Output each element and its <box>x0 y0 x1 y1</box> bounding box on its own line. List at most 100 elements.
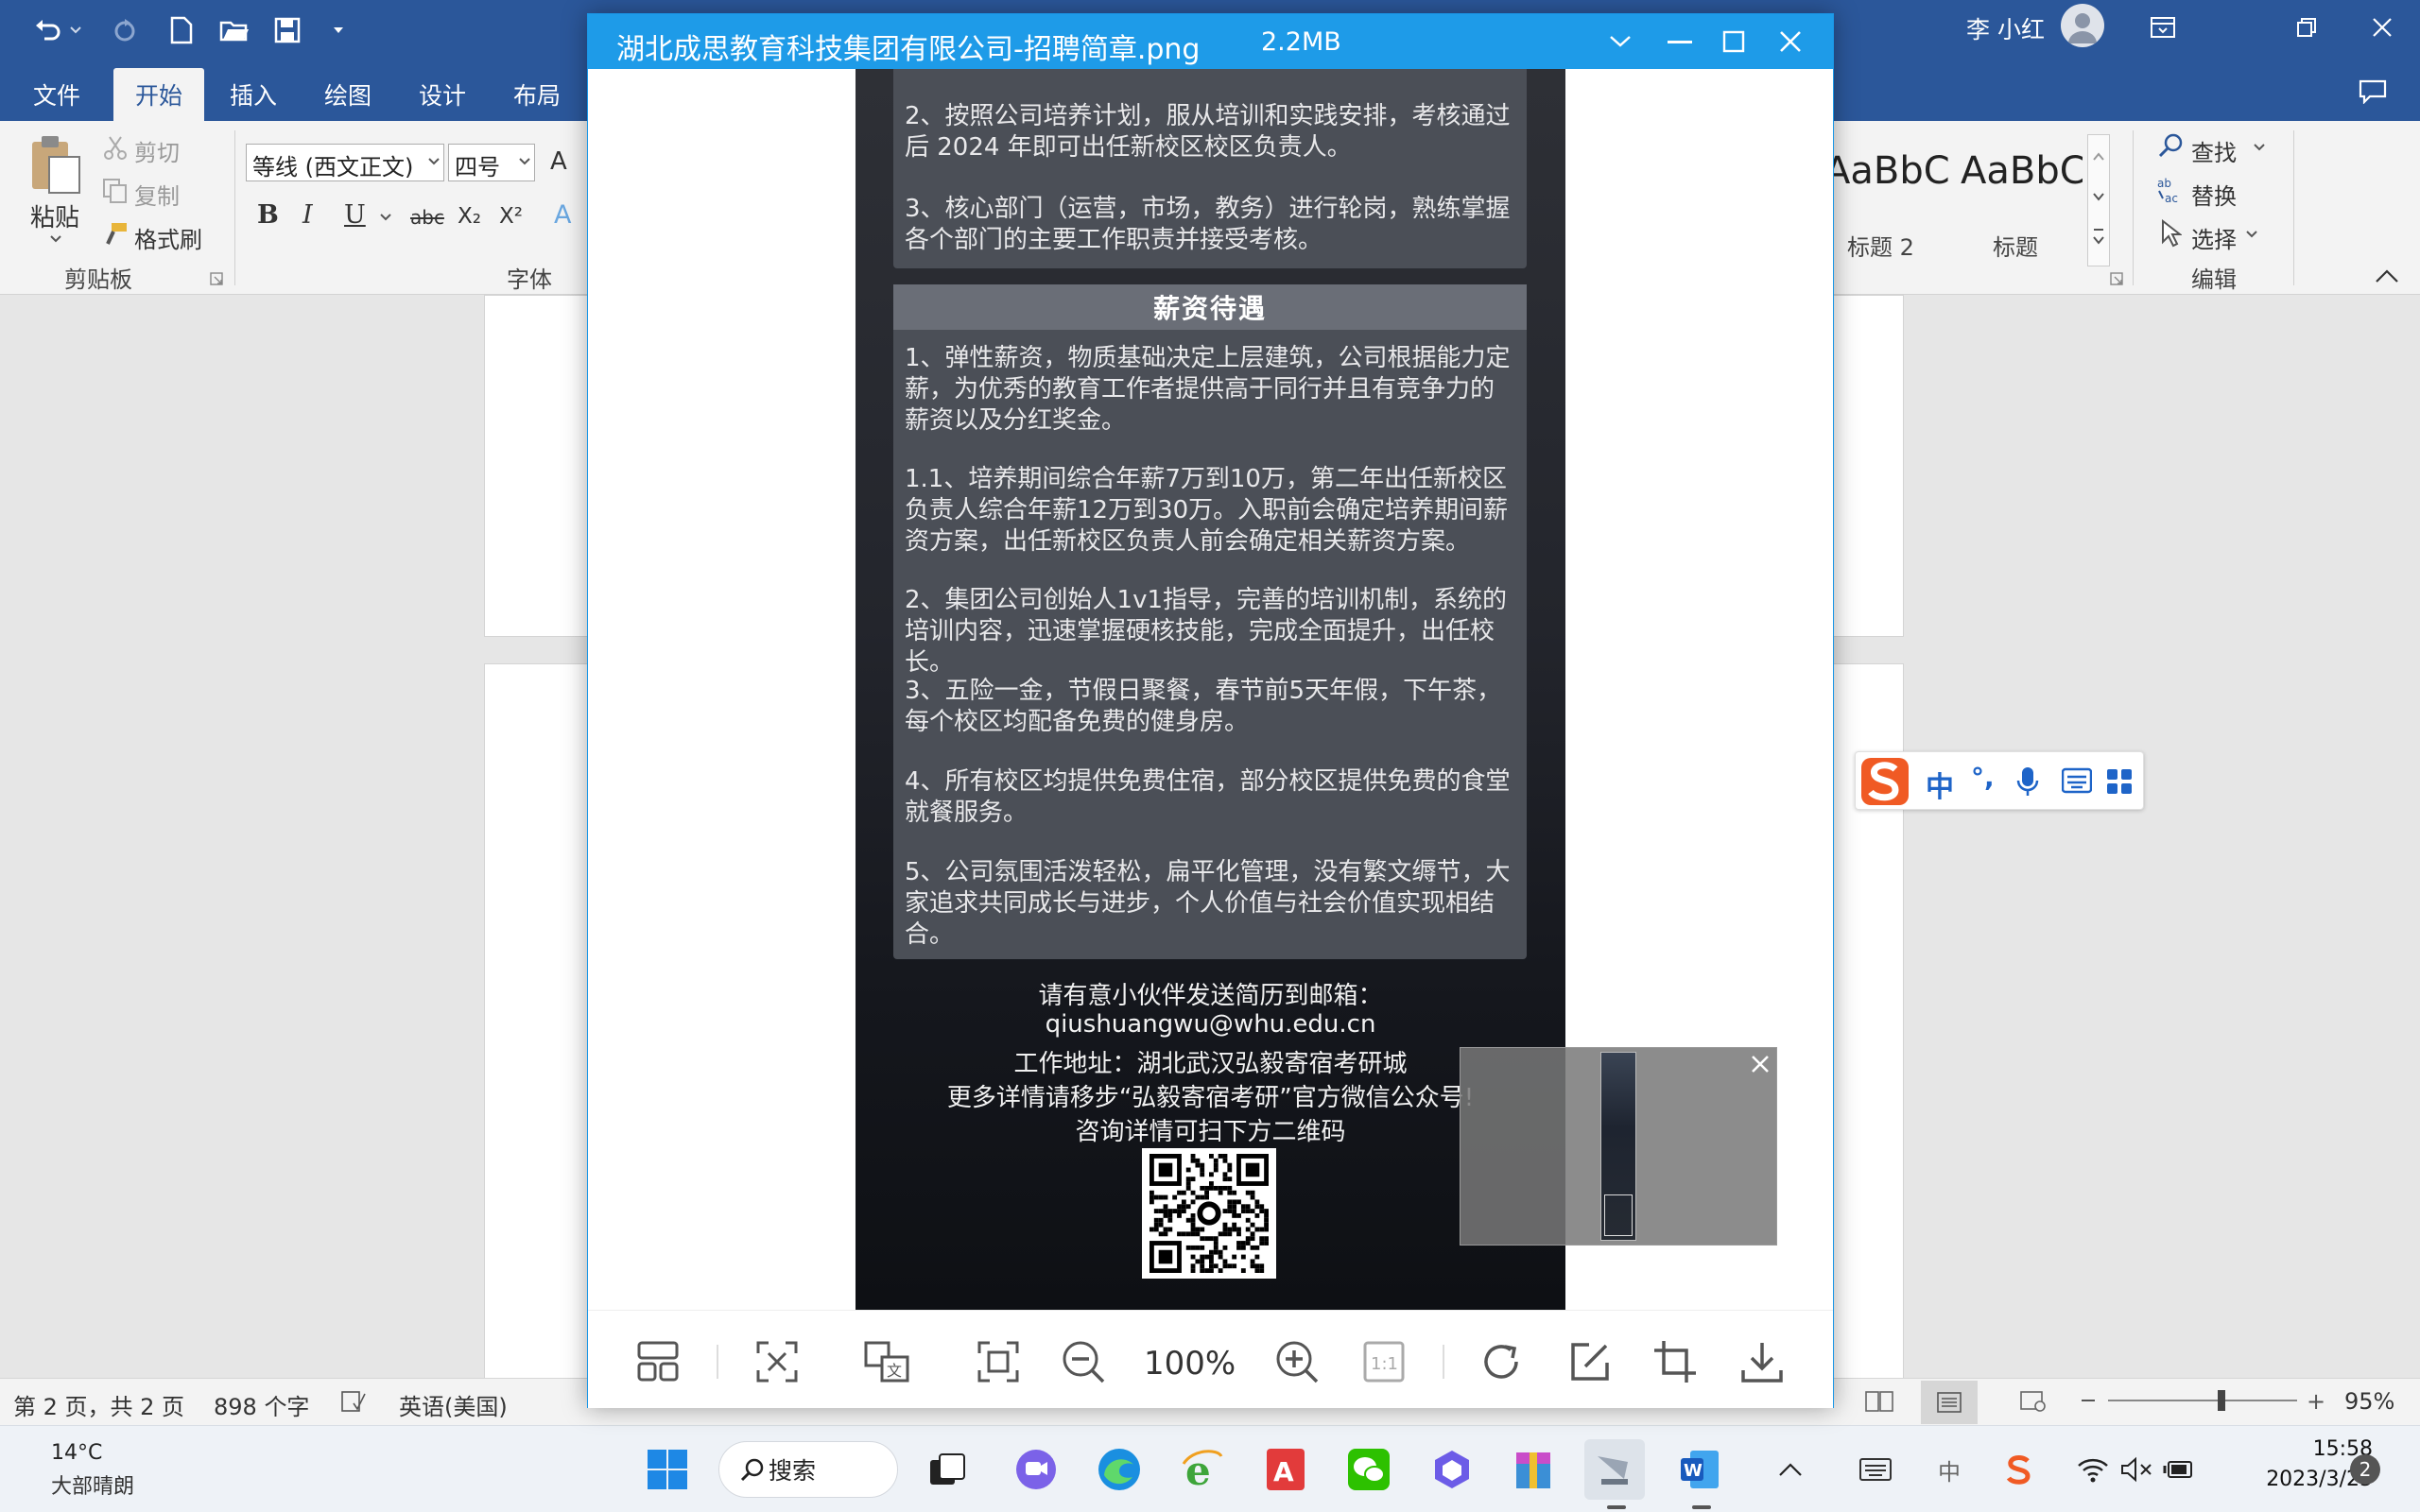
styles-launcher-icon[interactable] <box>2110 272 2123 285</box>
page-count[interactable]: 第 2 页，共 2 页 <box>13 1388 184 1421</box>
web-layout-icon[interactable] <box>2019 1390 2048 1413</box>
font-size-combo[interactable]: 四号 <box>448 144 535 181</box>
tab-layout[interactable]: 布局 <box>492 68 582 121</box>
thumbnails-icon[interactable] <box>633 1337 683 1386</box>
wechat-icon[interactable] <box>1339 1439 1399 1500</box>
strikethrough-button[interactable]: abc <box>410 206 444 229</box>
ime-punctuation[interactable]: °, <box>1971 762 1995 793</box>
zoom-out-icon[interactable] <box>1059 1337 1108 1386</box>
copy-button[interactable]: 复制 <box>134 178 180 211</box>
cut-button[interactable]: 剪切 <box>134 134 180 167</box>
acrobat-icon[interactable]: A <box>1255 1439 1316 1500</box>
rotate-icon[interactable] <box>1477 1337 1526 1386</box>
replace-button[interactable]: 替换 <box>2191 178 2237 211</box>
thumbnail-close-icon[interactable] <box>1750 1054 1771 1074</box>
paste-dropdown-icon[interactable] <box>49 234 62 244</box>
zoom-in-icon[interactable] <box>1272 1337 1322 1386</box>
toolbox-grid-icon[interactable] <box>2105 767 2134 796</box>
user-avatar[interactable] <box>2061 4 2104 47</box>
navigation-thumbnail[interactable] <box>1460 1047 1777 1246</box>
viewer-close-icon[interactable] <box>1779 30 1802 53</box>
tab-insert[interactable]: 插入 <box>208 68 299 121</box>
read-mode-icon[interactable] <box>1864 1390 1894 1413</box>
weather-description[interactable]: 大部晴朗 <box>51 1469 134 1500</box>
tab-draw[interactable]: 绘图 <box>302 68 393 121</box>
teams-chat-icon[interactable] <box>1006 1439 1066 1500</box>
comments-icon[interactable] <box>2335 70 2411 113</box>
image-viewer-taskbar-icon[interactable] <box>1584 1439 1645 1500</box>
language-indicator[interactable]: 英语(美国) <box>399 1388 508 1421</box>
collapse-ribbon-icon[interactable] <box>2375 268 2399 284</box>
edit-icon[interactable] <box>1565 1337 1615 1386</box>
open-folder-icon[interactable] <box>216 11 253 49</box>
battery-icon[interactable] <box>2159 1439 2201 1500</box>
wifi-icon[interactable] <box>2072 1439 2114 1500</box>
task-view-icon[interactable] <box>917 1439 977 1500</box>
superscript-button[interactable]: X² <box>499 204 523 229</box>
italic-button[interactable]: I <box>302 200 313 230</box>
find-button[interactable]: 查找 <box>2191 134 2237 167</box>
tab-home[interactable]: 开始 <box>113 68 204 121</box>
clipboard-launcher-icon[interactable] <box>210 272 223 285</box>
subscript-button[interactable]: X₂ <box>458 204 481 229</box>
select-button[interactable]: 选择 <box>2191 221 2237 254</box>
microphone-icon[interactable] <box>2016 765 2039 798</box>
grow-font-button[interactable]: A <box>550 147 567 176</box>
input-language-indicator[interactable]: 中 <box>1928 1439 1970 1500</box>
find-dropdown-icon[interactable] <box>2254 144 2265 151</box>
ime-mode-chinese[interactable]: 中 <box>1926 764 1954 805</box>
ocr-scan-icon[interactable] <box>752 1337 802 1386</box>
fit-window-icon[interactable] <box>974 1337 1023 1386</box>
notification-badge[interactable]: 2 <box>2350 1454 2380 1485</box>
undo-dropdown-icon[interactable] <box>66 11 85 49</box>
ime-toolbar[interactable]: 中 °, <box>1855 751 2144 810</box>
viewer-dropdown-icon[interactable] <box>1609 35 1632 48</box>
paste-button[interactable]: 粘贴 <box>30 198 79 233</box>
volume-muted-icon[interactable] <box>2116 1439 2157 1500</box>
new-document-icon[interactable] <box>163 11 200 49</box>
show-hidden-icons-chevron[interactable] <box>1760 1439 1821 1500</box>
zoom-slider-thumb[interactable] <box>2218 1390 2225 1411</box>
zoom-slider[interactable] <box>2108 1390 2297 1411</box>
tab-design[interactable]: 设计 <box>397 68 488 121</box>
edge-browser-icon[interactable] <box>1089 1439 1150 1500</box>
bold-button[interactable]: B <box>257 200 279 230</box>
copilot-app-icon[interactable] <box>1422 1439 1482 1500</box>
proofing-icon[interactable] <box>340 1390 367 1413</box>
viewer-maximize-icon[interactable] <box>1722 30 1745 53</box>
soft-keyboard-icon[interactable] <box>2062 767 2092 794</box>
thumbnail-viewport[interactable] <box>1604 1194 1633 1236</box>
download-icon[interactable] <box>1737 1337 1787 1386</box>
ribbon-display-options-icon[interactable] <box>2125 6 2201 49</box>
winrar-icon[interactable] <box>1503 1439 1564 1500</box>
print-layout-icon[interactable] <box>1921 1381 1978 1424</box>
translate-icon[interactable]: 文 <box>862 1337 911 1386</box>
zoom-level[interactable]: 95% <box>2344 1388 2394 1415</box>
word-count[interactable]: 898 个字 <box>214 1388 309 1421</box>
styles-scroll[interactable] <box>2087 134 2110 266</box>
styles-gallery[interactable]: AaBbC 标题 2 AaBbC 标题 <box>1832 149 2083 263</box>
format-painter-button[interactable]: 格式刷 <box>134 221 202 254</box>
keyboard-icon[interactable] <box>1855 1439 1896 1500</box>
crop-icon[interactable] <box>1651 1337 1700 1386</box>
word-taskbar-icon[interactable]: W <box>1669 1439 1730 1500</box>
redo-icon[interactable] <box>106 11 144 49</box>
underline-button[interactable]: U <box>344 200 366 230</box>
zoom-out-icon[interactable] <box>2082 1400 2095 1401</box>
paste-clipboard-icon[interactable] <box>28 134 83 197</box>
thumbnail-preview[interactable] <box>1600 1052 1636 1241</box>
windows-start-icon[interactable] <box>637 1439 698 1500</box>
customize-toolbar-icon[interactable] <box>327 11 350 49</box>
ie-browser-icon[interactable]: e <box>1172 1439 1233 1500</box>
font-name-combo[interactable]: 等线 (西文正文) <box>246 144 444 181</box>
actual-size-icon[interactable]: 1:1 <box>1359 1337 1409 1386</box>
viewer-title-bar[interactable]: 湖北成思教育科技集团有限公司-招聘简章.png 2.2MB <box>588 14 1833 69</box>
underline-dropdown-icon[interactable] <box>380 214 391 221</box>
zoom-in-icon[interactable]: + <box>2307 1388 2325 1415</box>
taskbar-search-box[interactable]: 搜索 <box>718 1441 898 1498</box>
close-window-icon[interactable] <box>2344 6 2420 49</box>
restore-window-icon[interactable] <box>2269 6 2344 49</box>
sogou-tray-icon[interactable] <box>1996 1439 2042 1500</box>
weather-temperature[interactable]: 14°C <box>51 1441 102 1465</box>
viewer-zoom-level[interactable]: 100% <box>1144 1345 1236 1383</box>
